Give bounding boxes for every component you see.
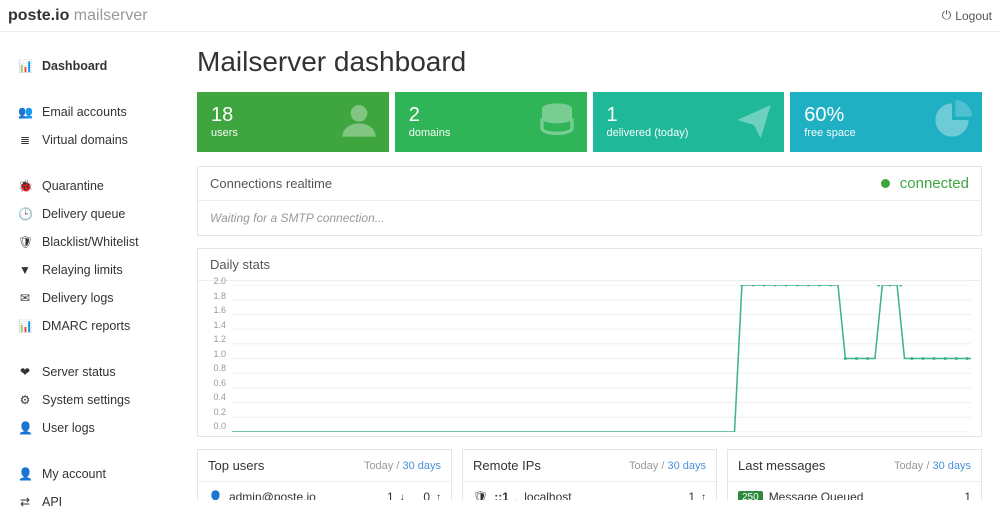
realtime-title: Connections realtime: [210, 176, 332, 191]
db-icon: [537, 100, 577, 140]
logout-link[interactable]: ⏻ Logout: [942, 8, 992, 23]
status-text: connected: [900, 175, 969, 192]
sidebar-item-api[interactable]: ⇄API: [0, 488, 185, 516]
stat-free-space[interactable]: 60%free space: [790, 92, 982, 152]
bar-icon: 📊: [18, 319, 32, 333]
arrow-up-icon: ↑: [436, 492, 441, 501]
arrow-down-icon: ↓: [400, 492, 405, 501]
clock-icon: 🕒: [18, 207, 32, 221]
swap-icon: ⇄: [18, 495, 32, 509]
stats-row: 18users2domains1delivered (today)60%free…: [197, 92, 982, 152]
brand-light: mailserver: [74, 7, 148, 24]
arrow-up-icon: ↑: [701, 492, 706, 501]
bottom-row: Top users Today / 30 days 👤 admin@poste.…: [197, 449, 982, 500]
last-messages-title: Last messages: [738, 458, 825, 473]
top-users-title: Top users: [208, 458, 264, 473]
topbar: poste.io mailserver ⏻ Logout: [0, 0, 1000, 32]
main: Mailserver dashboard 18users2domains1del…: [185, 32, 1000, 500]
sidebar-item-relaying-limits[interactable]: ▼Relaying limits: [0, 256, 185, 284]
remote-ips-30days[interactable]: 30 days: [667, 460, 706, 472]
status-badge: 250: [738, 491, 763, 501]
sidebar-item-delivery-logs[interactable]: ✉Delivery logs: [0, 284, 185, 312]
heart-icon: ❤: [18, 365, 32, 379]
realtime-body: Waiting for a SMTP connection...: [198, 201, 981, 235]
remote-ips-title: Remote IPs: [473, 458, 541, 473]
logout-label: Logout: [955, 9, 992, 23]
stat-delivered-today-[interactable]: 1delivered (today): [593, 92, 785, 152]
user-icon: 👤: [18, 467, 32, 481]
top-users-30days[interactable]: 30 days: [402, 460, 441, 472]
remote-host: localhost: [524, 490, 571, 500]
power-icon: ⏻: [942, 8, 952, 23]
mail-icon: ✉: [18, 291, 32, 305]
sidebar-item-user-logs[interactable]: 👤User logs: [0, 414, 185, 442]
top-users-panel: Top users Today / 30 days 👤 admin@poste.…: [197, 449, 452, 500]
daily-title: Daily stats: [210, 257, 270, 272]
remote-ip: ::1: [494, 490, 509, 500]
sidebar-item-dashboard[interactable]: 📊Dashboard: [0, 52, 185, 80]
user-icon: 👤: [208, 490, 223, 500]
last-30days[interactable]: 30 days: [932, 460, 971, 472]
sidebar-item-dmarc-reports[interactable]: 📊DMARC reports: [0, 312, 185, 340]
sidebar-item-delivery-queue[interactable]: 🕒Delivery queue: [0, 200, 185, 228]
last-message-count: 1: [964, 490, 971, 500]
sidebar-item-blacklist-whitelist[interactable]: 🛡Blacklist/Whitelist: [0, 228, 185, 256]
sidebar-item-email-accounts[interactable]: 👥Email accounts: [0, 98, 185, 126]
sidebar-item-quarantine[interactable]: 🐞Quarantine: [0, 172, 185, 200]
cog-icon: ⚙: [18, 393, 32, 407]
status-dot-icon: [881, 179, 890, 188]
sidebar-item-my-account[interactable]: 👤My account: [0, 460, 185, 488]
top-user-email: admin@poste.io: [229, 490, 316, 500]
bar-icon: 📊: [18, 59, 32, 73]
pie-icon: [932, 100, 972, 140]
brand: poste.io mailserver: [8, 7, 148, 25]
filter-icon: ▼: [18, 263, 32, 277]
last-messages-panel: Last messages Today / 30 days 250 Messag…: [727, 449, 982, 500]
brand-bold: poste.io: [8, 7, 69, 24]
user-icon: [339, 100, 379, 140]
sidebar-item-system-settings[interactable]: ⚙System settings: [0, 386, 185, 414]
realtime-panel: Connections realtime connected Waiting f…: [197, 166, 982, 236]
stat-domains[interactable]: 2domains: [395, 92, 587, 152]
stat-users[interactable]: 18users: [197, 92, 389, 152]
bug-icon: 🐞: [18, 179, 32, 193]
sidebar: 📊Dashboard 👥Email accounts≣Virtual domain…: [0, 32, 185, 500]
shield-icon: 🛡: [18, 235, 32, 249]
page-title: Mailserver dashboard: [197, 46, 982, 78]
connection-status: connected: [881, 175, 969, 192]
list-icon: ≣: [18, 133, 32, 147]
sidebar-item-server-status[interactable]: ❤Server status: [0, 358, 185, 386]
sidebar-item-virtual-domains[interactable]: ≣Virtual domains: [0, 126, 185, 154]
last-message-text: Message Queued: [769, 490, 864, 500]
shield-icon: 🛡: [473, 490, 488, 500]
remote-ips-panel: Remote IPs Today / 30 days 🛡 ::1, localh…: [462, 449, 717, 500]
user-icon: 👤: [18, 421, 32, 435]
users-icon: 👥: [18, 105, 32, 119]
daily-panel: Daily stats 0.00.20.40.60.81.01.21.41.61…: [197, 248, 982, 437]
plane-icon: [734, 100, 774, 140]
daily-chart: 0.00.20.40.60.81.01.21.41.61.82.0: [198, 281, 981, 436]
